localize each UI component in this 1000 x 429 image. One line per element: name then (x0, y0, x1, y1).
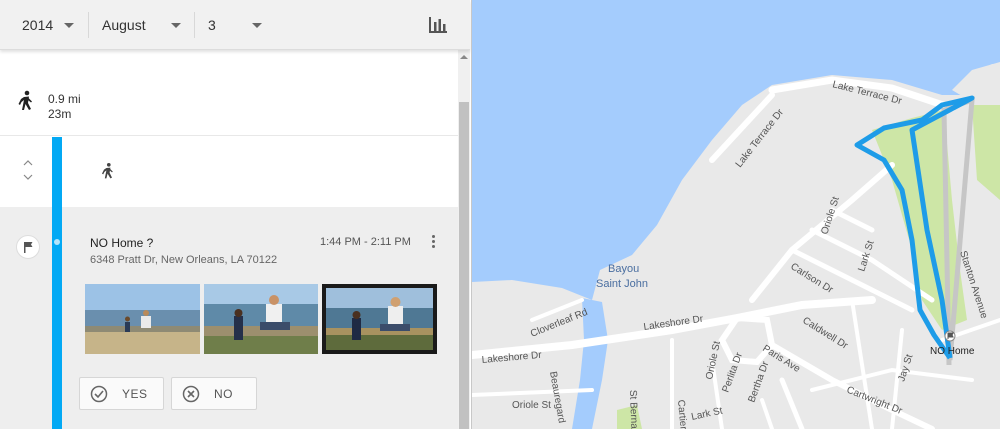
chevron-down-icon (171, 23, 181, 28)
collapsed-walk-segment[interactable] (0, 137, 458, 207)
no-button[interactable]: NO (171, 377, 257, 410)
day-value: 3 (208, 17, 216, 33)
photo-thumbnail[interactable] (322, 284, 437, 354)
walk-distance: 0.9 mi (48, 92, 81, 106)
chevron-down-icon (64, 23, 74, 28)
day-dropdown[interactable]: 3 (186, 0, 276, 50)
cancel-circle-icon (182, 385, 200, 402)
month-value: August (102, 17, 146, 33)
timeline-app: 2014 August 3 0.9 mi 23m NO Home ? 1:44 … (0, 0, 1000, 429)
timeline-dot (52, 237, 62, 247)
date-toolbar: 2014 August 3 (0, 0, 470, 50)
map-label: Saint John (596, 278, 648, 290)
month-dropdown[interactable]: August (80, 0, 195, 50)
map-label: St Bernard (627, 390, 640, 429)
expand-collapse-icon[interactable] (22, 159, 34, 184)
place-address: 6348 Pratt Dr, New Orleans, LA 70122 (90, 254, 278, 266)
year-dropdown[interactable]: 2014 (0, 0, 88, 50)
map-label: Bayou (608, 263, 639, 275)
place-time-range: 1:44 PM - 2:11 PM (320, 236, 411, 248)
no-label: NO (214, 386, 233, 401)
scroll-up-icon[interactable] (460, 55, 468, 59)
scrollbar[interactable] (458, 50, 470, 429)
photo-thumbnail[interactable] (204, 284, 318, 354)
place-card[interactable]: NO Home ? 1:44 PM - 2:11 PM 6348 Pratt D… (0, 207, 458, 429)
yes-label: YES (122, 386, 148, 401)
marker-label: NO Home (930, 346, 975, 357)
timeline-line (52, 137, 62, 429)
place-marker[interactable] (944, 330, 956, 342)
flag-icon (16, 235, 40, 259)
more-options-icon[interactable] (428, 233, 438, 251)
yes-button[interactable]: YES (79, 377, 164, 410)
chevron-down-icon (252, 23, 262, 28)
map-view[interactable]: Lake Terrace Dr Lake Terrace Dr Bayou Sa… (472, 0, 1000, 429)
year-value: 2014 (22, 17, 54, 33)
check-circle-icon (90, 385, 108, 402)
map-label: Oriole St (512, 400, 551, 411)
walk-icon (100, 162, 116, 187)
scrollbar-thumb[interactable] (459, 102, 469, 429)
walk-duration: 23m (48, 107, 72, 121)
bar-chart-icon[interactable] (428, 16, 448, 34)
photo-thumbnail[interactable] (85, 284, 200, 354)
place-name[interactable]: NO Home ? (90, 236, 153, 250)
walk-icon (16, 90, 36, 119)
walk-segment[interactable]: 0.9 mi 23m (0, 70, 458, 136)
timeline-panel: 2014 August 3 0.9 mi 23m NO Home ? 1:44 … (0, 0, 472, 429)
